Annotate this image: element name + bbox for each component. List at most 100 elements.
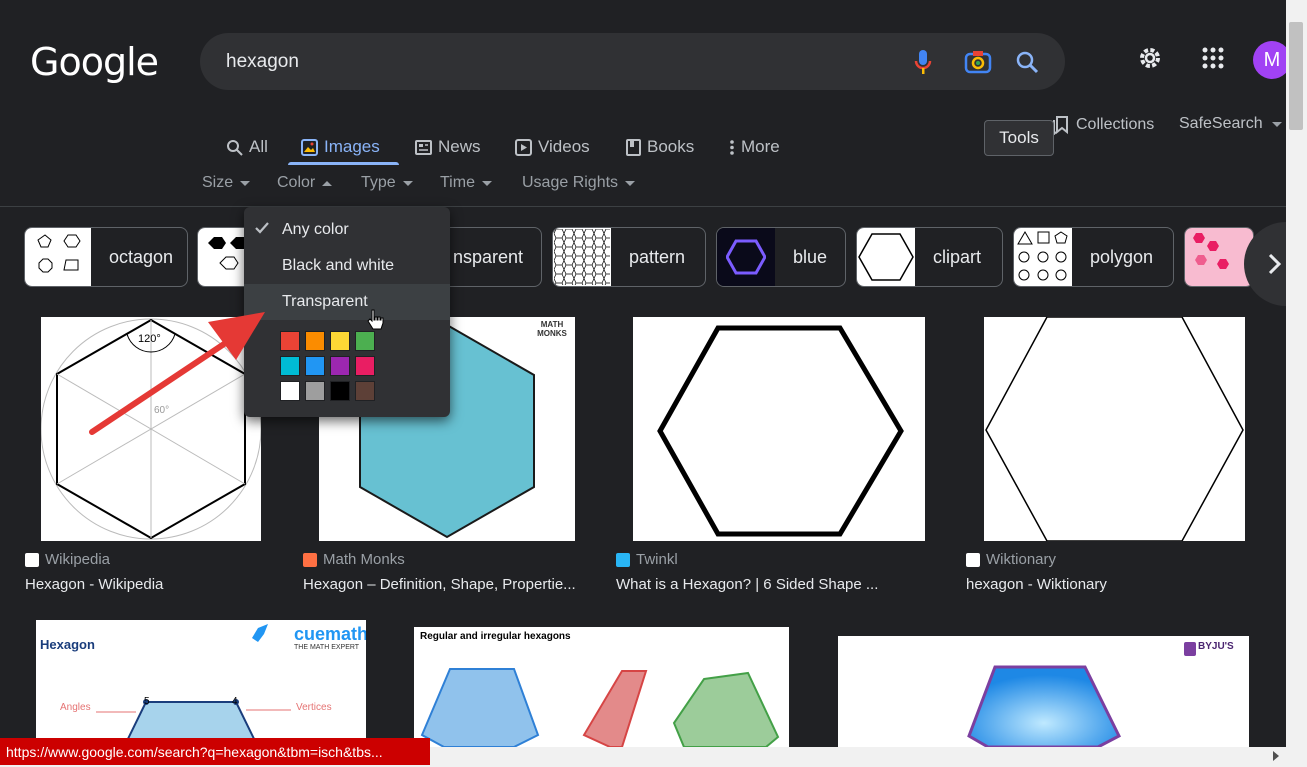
source-label: Math Monks	[323, 551, 405, 568]
gear-icon[interactable]	[1134, 42, 1166, 74]
result-title[interactable]: What is a Hexagon? | 6 Sided Shape ...	[616, 576, 878, 593]
play-icon	[515, 138, 532, 156]
result-image[interactable]	[633, 317, 925, 541]
chip-label: blue	[793, 246, 828, 267]
chip-blue[interactable]: blue	[716, 227, 846, 287]
result-source[interactable]: Wiktionary	[966, 551, 1056, 568]
math-monks-icon	[303, 552, 317, 567]
image-icon	[301, 138, 318, 156]
apps-grid-icon[interactable]	[1197, 42, 1229, 74]
chip-thumbnail	[25, 228, 91, 286]
chip-label: polygon	[1090, 246, 1154, 267]
chip-thumbnail	[1014, 228, 1072, 286]
filter-size[interactable]: Size	[202, 174, 251, 192]
result-image[interactable]: Hexagon cuemath THE MATH EXPERT Angles V…	[36, 620, 366, 747]
filter-type[interactable]: Type	[361, 174, 413, 192]
filter-color[interactable]: Color	[277, 174, 333, 192]
result-image[interactable]: Regular and irregular hexagons	[414, 627, 789, 747]
chip-label: pattern	[629, 246, 686, 267]
search-box[interactable]: hexagon	[200, 33, 1065, 90]
result-title[interactable]: hexagon - Wiktionary	[966, 576, 1107, 593]
chevron-right-icon	[1268, 253, 1281, 275]
result-image[interactable]	[984, 317, 1245, 541]
source-label: Twinkl	[636, 551, 678, 568]
tab-news[interactable]: News	[415, 128, 481, 166]
search-icon	[227, 139, 243, 156]
search-input[interactable]: hexagon	[226, 51, 299, 73]
collections-link[interactable]: Collections	[1052, 115, 1154, 135]
color-swatch[interactable]	[280, 331, 300, 351]
camera-lens-icon[interactable]	[963, 47, 993, 77]
vertices-label: Vertices	[296, 702, 332, 713]
color-swatch[interactable]	[355, 381, 375, 401]
color-swatch[interactable]	[305, 331, 325, 351]
result-image[interactable]: BYJU'S	[838, 636, 1249, 747]
book-icon	[626, 138, 641, 156]
filter-label: Usage Rights	[522, 174, 619, 191]
tab-images[interactable]: Images	[301, 128, 380, 166]
color-swatch[interactable]	[305, 381, 325, 401]
filter-label: Type	[361, 174, 396, 191]
angle-label: 60°	[154, 405, 170, 416]
active-tab-indicator	[288, 162, 399, 165]
result-source[interactable]: Wikipedia	[25, 551, 110, 568]
filter-time[interactable]: Time	[440, 174, 492, 192]
microphone-icon[interactable]	[908, 47, 938, 77]
chip-clipart[interactable]: clipart	[856, 227, 1003, 287]
chip-label: octagon	[109, 246, 174, 267]
scroll-right-icon[interactable]	[1273, 751, 1279, 761]
google-logo[interactable]: Google	[30, 40, 159, 84]
safesearch-dropdown[interactable]: SafeSearch	[1179, 115, 1282, 133]
tab-label: Images	[324, 137, 380, 156]
chip-polygon[interactable]: polygon	[1013, 227, 1174, 287]
color-swatch[interactable]	[330, 381, 350, 401]
color-swatch[interactable]	[280, 356, 300, 376]
tab-more[interactable]: More	[729, 128, 780, 166]
filter-label: Color	[277, 174, 316, 191]
tab-all[interactable]: All	[226, 128, 268, 166]
caret-down-icon	[481, 180, 492, 186]
color-swatch[interactable]	[280, 381, 300, 401]
tab-label: Books	[647, 137, 695, 156]
color-dropdown-menu: Any color Black and white Transparent	[244, 207, 450, 417]
filter-usage-rights[interactable]: Usage Rights	[522, 174, 636, 192]
result-title[interactable]: Hexagon – Definition, Shape, Propertie..…	[303, 576, 576, 593]
color-swatch[interactable]	[355, 356, 375, 376]
filter-label: Size	[202, 174, 234, 191]
vertical-scrollbar-thumb[interactable]	[1289, 22, 1303, 130]
safesearch-label: SafeSearch	[1179, 115, 1263, 132]
chip-pattern[interactable]: pattern	[552, 227, 706, 287]
result-source[interactable]: Twinkl	[616, 551, 678, 568]
vertex-number: 4	[232, 696, 238, 707]
color-option-black-white[interactable]: Black and white	[244, 248, 450, 284]
caret-down-icon	[1271, 121, 1282, 127]
tab-label: News	[438, 137, 481, 156]
color-swatch[interactable]	[330, 356, 350, 376]
tab-videos[interactable]: Videos	[515, 128, 590, 166]
source-label: Wiktionary	[986, 551, 1057, 568]
bookmark-icon	[1053, 116, 1068, 135]
tab-label: Videos	[538, 137, 590, 156]
angles-label: Angles	[60, 702, 91, 713]
chip-thumbnail	[857, 228, 915, 286]
result-image[interactable]: 120° 60°	[41, 317, 261, 541]
color-option-transparent[interactable]: Transparent	[244, 284, 450, 320]
tab-label: All	[249, 137, 268, 156]
source-label: Wikipedia	[45, 551, 111, 568]
color-swatch[interactable]	[330, 331, 350, 351]
caret-down-icon	[402, 180, 413, 186]
tab-books[interactable]: Books	[626, 128, 694, 166]
search-icon[interactable]	[1012, 47, 1042, 77]
color-swatch[interactable]	[305, 356, 325, 376]
vertex-number: 5	[144, 696, 150, 707]
collections-label: Collections	[1076, 116, 1155, 133]
color-option-any[interactable]: Any color	[244, 212, 450, 248]
chip-thumbnail	[717, 228, 775, 286]
tools-tooltip: Tools	[984, 120, 1054, 156]
color-swatch[interactable]	[355, 331, 375, 351]
option-label: Black and white	[282, 257, 395, 274]
result-title[interactable]: Hexagon - Wikipedia	[25, 576, 163, 593]
result-source[interactable]: Math Monks	[303, 551, 405, 568]
twinkl-icon	[616, 552, 630, 567]
chip-octagon[interactable]: octagon	[24, 227, 188, 287]
